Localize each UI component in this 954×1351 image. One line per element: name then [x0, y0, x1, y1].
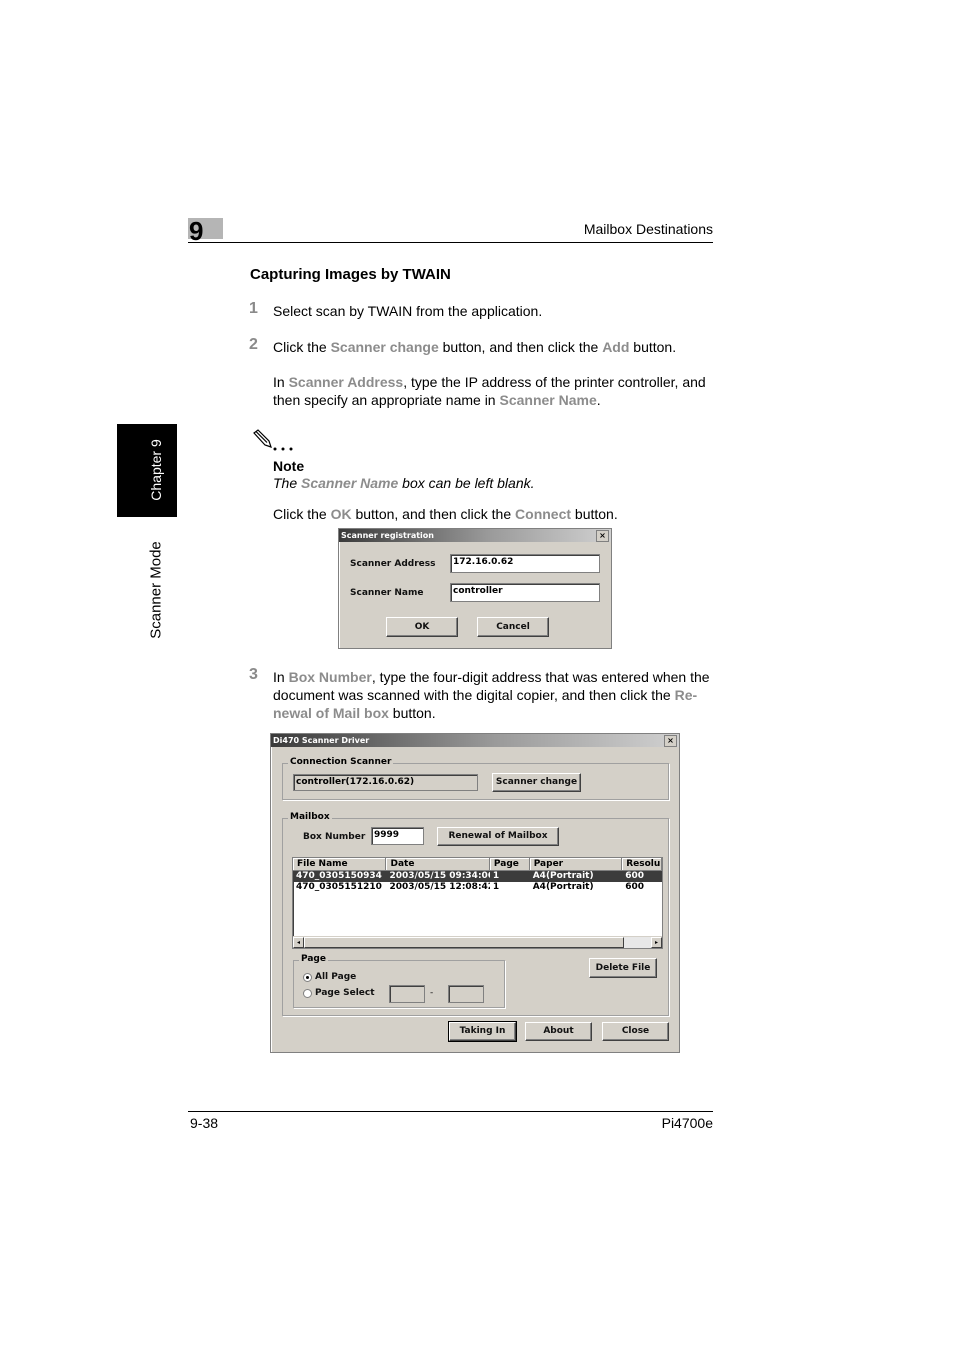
- chapter-side-tab: [117, 424, 177, 517]
- column-header-paper[interactable]: Paper: [529, 858, 623, 871]
- cell-file-name: 470_0305151210: [296, 882, 382, 892]
- column-header-page[interactable]: Page: [489, 858, 530, 871]
- step-text: In Box Number, type the four-digit addre…: [273, 668, 713, 722]
- text: button, and then click the: [351, 506, 516, 522]
- scroll-left-icon[interactable]: ◂: [293, 937, 304, 948]
- step-number: 1: [249, 300, 258, 317]
- connection-scanner-field: controller(172.16.0.62): [293, 774, 478, 791]
- cell-resolution: 600: [625, 882, 645, 892]
- dialog-title: Scanner registration: [341, 531, 434, 540]
- ui-term: Connect: [515, 506, 572, 522]
- text: Click the: [273, 339, 331, 355]
- text: box can be left blank.: [398, 475, 535, 491]
- taking-in-button[interactable]: Taking In: [448, 1021, 517, 1042]
- scrollbar-thumb[interactable]: [304, 937, 624, 948]
- ui-term: Scanner Name: [499, 392, 597, 408]
- header-rule: [188, 242, 713, 243]
- ui-term: Add: [602, 339, 630, 355]
- scanner-registration-dialog: Scanner registration × Scanner Address 1…: [338, 528, 612, 649]
- page-from-input[interactable]: [389, 985, 425, 1003]
- group-title: Page: [299, 954, 328, 964]
- page-to-input[interactable]: [448, 985, 484, 1003]
- cancel-button[interactable]: Cancel: [477, 617, 549, 637]
- ui-term: Scanner Address: [288, 374, 404, 390]
- ok-button[interactable]: OK: [386, 617, 458, 637]
- text: button, and then click the: [438, 339, 603, 355]
- page-select-label: Page Select: [315, 988, 375, 998]
- close-icon[interactable]: ×: [596, 530, 609, 542]
- file-list[interactable]: File Name Date Page Paper Resolu 470_030…: [292, 857, 663, 949]
- table-row[interactable]: 470_0305150934 2003/05/15 09:34:06 1 A4(…: [293, 871, 662, 882]
- dialog-title: Di470 Scanner Driver: [273, 736, 370, 745]
- page-select-radio[interactable]: [303, 989, 312, 998]
- delete-file-button[interactable]: Delete File: [589, 958, 657, 978]
- page-group: Page All Page Page Select -: [293, 954, 505, 1008]
- ui-term: Box Number: [288, 669, 372, 685]
- cell-page: 1: [492, 871, 500, 881]
- list-header: File Name Date Page Paper Resolu: [293, 858, 662, 871]
- group-title: Mailbox: [288, 812, 332, 822]
- cell-date: 2003/05/15 12:08:42: [389, 882, 490, 892]
- scanner-driver-dialog: Di470 Scanner Driver × Connection Scanne…: [270, 733, 680, 1053]
- step-text: Select scan by TWAIN from the applicatio…: [273, 303, 543, 319]
- page-title: Capturing Images by TWAIN: [250, 266, 451, 283]
- side-mode-label: Scanner Mode: [147, 541, 165, 639]
- text: In: [273, 374, 289, 390]
- all-page-label: All Page: [315, 972, 357, 982]
- text: button.: [629, 339, 677, 355]
- scanner-name-label: Scanner Name: [350, 588, 424, 598]
- dialog-titlebar: Scanner registration ×: [339, 529, 611, 542]
- text: Click the: [273, 506, 331, 522]
- cell-resolution: 600: [625, 871, 645, 881]
- text: In: [273, 669, 289, 685]
- text: The: [273, 475, 302, 491]
- text: button.: [388, 705, 436, 721]
- ui-term: Scanner Name: [301, 475, 399, 491]
- cell-paper: A4(Portrait): [532, 871, 594, 881]
- step-number: 2: [249, 336, 258, 353]
- about-button[interactable]: About: [525, 1022, 592, 1041]
- instruction-text: Click the OK button, and then click the …: [273, 505, 713, 523]
- box-number-input[interactable]: 9999: [371, 827, 424, 845]
- close-icon[interactable]: ×: [664, 735, 677, 747]
- cell-page: 1: [492, 882, 500, 892]
- text: .: [596, 392, 601, 408]
- column-header-resolution[interactable]: Resolu: [622, 858, 662, 871]
- group-title: Connection Scanner: [288, 757, 394, 767]
- cell-paper: A4(Portrait): [532, 882, 594, 892]
- dialog-titlebar: Di470 Scanner Driver ×: [271, 734, 679, 747]
- scanner-name-input[interactable]: controller: [450, 583, 600, 602]
- cell-date: 2003/05/15 09:34:06: [389, 871, 490, 881]
- range-separator: -: [430, 988, 434, 998]
- box-number-label: Box Number: [303, 832, 366, 842]
- ui-term: Scanner change: [330, 339, 439, 355]
- scanner-address-input[interactable]: 172.16.0.62: [450, 554, 600, 573]
- cell-file-name: 470_0305150934: [296, 871, 382, 881]
- all-page-radio[interactable]: [303, 973, 312, 982]
- close-button[interactable]: Close: [602, 1022, 669, 1041]
- scroll-right-icon[interactable]: ▸: [651, 937, 662, 948]
- renewal-of-mailbox-button[interactable]: Renewal of Mailbox: [437, 827, 559, 846]
- ui-term: OK: [330, 506, 352, 522]
- scanner-address-label: Scanner Address: [350, 559, 436, 569]
- text: button.: [571, 506, 618, 522]
- column-header-file-name[interactable]: File Name: [293, 858, 387, 871]
- step-subtext: In Scanner Address, type the IP address …: [273, 373, 713, 409]
- column-header-date[interactable]: Date: [386, 858, 490, 871]
- horizontal-scrollbar[interactable]: ◂ ▸: [293, 936, 662, 948]
- running-header-title: Mailbox Destinations: [583, 221, 713, 237]
- page-number: 9-38: [190, 1115, 219, 1131]
- note-text: The Scanner Name box can be left blank.: [273, 474, 713, 492]
- step-text: Click the Scanner change button, and the…: [273, 338, 713, 356]
- mailbox-group: Mailbox Box Number 9999 Renewal of Mailb…: [282, 812, 669, 1016]
- scanner-change-button[interactable]: Scanner change: [492, 773, 581, 792]
- chapter-side-tab-label: Chapter 9: [148, 439, 164, 501]
- footer-rule: [188, 1111, 713, 1112]
- step-number: 3: [249, 666, 258, 683]
- product-name: Pi4700e: [661, 1115, 713, 1131]
- connection-scanner-group: Connection Scanner controller(172.16.0.6…: [282, 757, 669, 800]
- note-label: Note: [273, 458, 305, 474]
- table-row[interactable]: 470_0305151210 2003/05/15 12:08:42 1 A4(…: [293, 882, 662, 893]
- pencil-icon: [253, 429, 293, 451]
